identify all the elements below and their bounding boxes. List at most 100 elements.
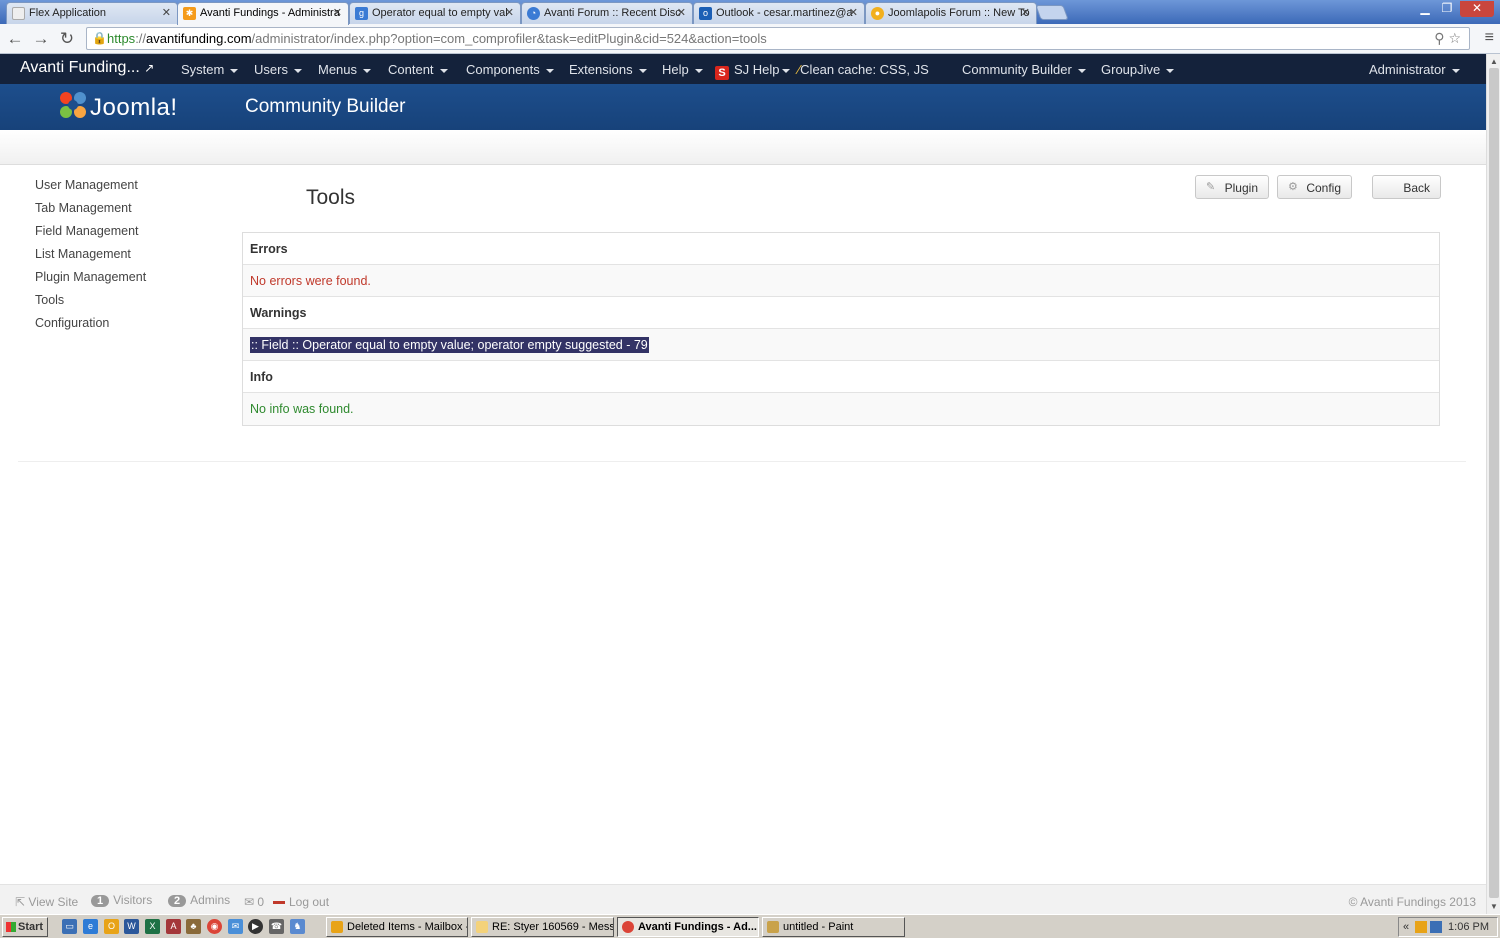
- quicklaunch-app2-icon[interactable]: ✉: [228, 919, 243, 934]
- quicklaunch-app4-icon[interactable]: ♞: [290, 919, 305, 934]
- scroll-up-arrow-icon[interactable]: ▲: [1490, 57, 1498, 66]
- logout-link[interactable]: Log out: [273, 895, 329, 909]
- visitors-badge: 1: [91, 895, 110, 907]
- menu-content[interactable]: Content: [388, 62, 448, 77]
- messages-link[interactable]: ✉ 0: [244, 895, 264, 909]
- tray-expand-icon[interactable]: «: [1403, 921, 1409, 933]
- start-label: Start: [18, 921, 44, 933]
- forward-arrow-icon[interactable]: →: [31, 29, 51, 49]
- caret-down-icon: [694, 68, 703, 73]
- outlook-icon: [331, 921, 343, 933]
- menu-help[interactable]: Help: [662, 62, 703, 77]
- quicklaunch-media-icon[interactable]: ▶: [248, 919, 263, 934]
- tray-network-icon[interactable]: [1430, 921, 1442, 933]
- quicklaunch-word-icon[interactable]: W: [124, 919, 139, 934]
- quicklaunch-chrome-icon[interactable]: ◉: [207, 919, 222, 934]
- bookmark-star-icon[interactable]: ⚲ ☆: [1434, 30, 1461, 47]
- clean-cache-link[interactable]: ⁄Clean cache: CSS, JS: [798, 62, 929, 77]
- browser-tab-operator-equal[interactable]: g Operator equal to empty val ✕: [349, 2, 521, 24]
- quicklaunch-app-icon[interactable]: ♣: [186, 919, 201, 934]
- menu-community-builder[interactable]: Community Builder: [962, 62, 1086, 77]
- menu-users[interactable]: Users: [254, 62, 302, 77]
- quicklaunch-app3-icon[interactable]: ☎: [269, 919, 284, 934]
- sidebar-item-configuration[interactable]: Configuration: [35, 316, 146, 339]
- new-tab-button[interactable]: [1035, 5, 1069, 20]
- menu-menus[interactable]: Menus: [318, 62, 372, 77]
- warning-message[interactable]: :: Field :: Operator equal to empty valu…: [250, 337, 649, 353]
- visitors-link[interactable]: 1 Visitors: [91, 893, 152, 907]
- quicklaunch-excel-icon[interactable]: X: [145, 919, 160, 934]
- back-button[interactable]: Back: [1372, 175, 1441, 199]
- browser-tab-joomlapolis[interactable]: ● Joomlapolis Forum :: New To ✕: [865, 2, 1037, 24]
- joomla-logo[interactable]: Joomla!: [57, 88, 207, 122]
- admins-link[interactable]: 2 Admins: [168, 893, 230, 907]
- close-icon[interactable]: ✕: [1021, 6, 1030, 19]
- task-label: untitled - Paint: [783, 921, 854, 933]
- quicklaunch-access-icon[interactable]: A: [166, 919, 181, 934]
- header-title: Community Builder: [245, 96, 406, 117]
- quicklaunch-ie-icon[interactable]: e: [83, 919, 98, 934]
- menu-label: GroupJive: [1101, 62, 1161, 77]
- taskbar-item-styer-message[interactable]: RE: Styer 160569 - Mess...: [471, 917, 614, 937]
- close-icon[interactable]: ✕: [677, 6, 686, 19]
- caret-down-icon: [363, 68, 372, 73]
- quicklaunch-desktop-icon[interactable]: ▭: [62, 919, 77, 934]
- browser-tab-outlook[interactable]: o Outlook - cesar.martinez@a ✕: [693, 2, 865, 24]
- footer-label: Visitors: [113, 893, 153, 907]
- gear-icon: ⚙: [1288, 181, 1298, 193]
- menu-components[interactable]: Components: [466, 62, 554, 77]
- browser-tab-flex-application[interactable]: Flex Application ✕: [6, 2, 178, 24]
- plugin-button[interactable]: ✎ Plugin: [1195, 175, 1269, 199]
- warnings-row: :: Field :: Operator equal to empty valu…: [243, 329, 1439, 361]
- sidebar-item-tools[interactable]: Tools: [35, 293, 146, 316]
- start-button[interactable]: Start: [2, 917, 48, 937]
- sidebar-item-tab-management[interactable]: Tab Management: [35, 201, 146, 224]
- restore-icon[interactable]: ❐: [1436, 1, 1458, 17]
- site-brand-link[interactable]: Avanti Funding... ↗: [20, 59, 154, 77]
- minimize-icon[interactable]: ▁: [1414, 1, 1436, 17]
- menu-label: Help: [662, 62, 689, 77]
- button-label: Plugin: [1224, 181, 1258, 195]
- quicklaunch-outlook-icon[interactable]: O: [104, 919, 119, 934]
- page-scrollbar[interactable]: ▲ ▼: [1486, 54, 1500, 914]
- sidebar-item-list-management[interactable]: List Management: [35, 247, 146, 270]
- menu-sj-help[interactable]: S SJ Help: [715, 62, 790, 80]
- scroll-down-arrow-icon[interactable]: ▼: [1490, 902, 1498, 911]
- caret-down-icon: [545, 68, 554, 73]
- joomlapolis-icon: ●: [871, 7, 884, 20]
- tab-title: Joomlapolis Forum :: New To: [888, 7, 1030, 19]
- sidebar-item-field-management[interactable]: Field Management: [35, 224, 146, 247]
- browser-tab-avanti-forum[interactable]: ◔ Avanti Forum :: Recent Disc ✕: [521, 2, 693, 24]
- config-button[interactable]: ⚙ Config: [1277, 175, 1352, 199]
- menu-system[interactable]: System: [181, 62, 239, 77]
- tray-outlook-icon[interactable]: [1415, 921, 1427, 933]
- window-close-icon[interactable]: ✕: [1460, 1, 1494, 17]
- address-bar[interactable]: 🔒 https://avantifunding.com/administrato…: [86, 27, 1470, 50]
- close-icon[interactable]: ✕: [505, 6, 514, 19]
- menu-groupjive[interactable]: GroupJive: [1101, 62, 1175, 77]
- scrollbar-thumb[interactable]: [1489, 68, 1499, 898]
- close-icon[interactable]: ✕: [162, 6, 171, 19]
- browser-tab-avanti-fundings[interactable]: ✱ Avanti Fundings - Administra ✕: [177, 2, 349, 25]
- menu-extensions[interactable]: Extensions: [569, 62, 647, 77]
- taskbar-clock[interactable]: 1:06 PM: [1448, 921, 1489, 933]
- close-icon[interactable]: ✕: [849, 6, 858, 19]
- browser-menu-icon[interactable]: ≡: [1485, 29, 1494, 47]
- info-message: No info was found.: [243, 393, 1439, 425]
- view-site-link[interactable]: ⇱ View Site: [15, 895, 78, 909]
- paint-icon: [767, 921, 779, 933]
- browser-tab-strip: Flex Application ✕ ✱ Avanti Fundings - A…: [0, 0, 1500, 25]
- caret-down-icon: [1166, 68, 1175, 73]
- taskbar-item-paint[interactable]: untitled - Paint: [762, 917, 905, 937]
- sidebar-item-user-management[interactable]: User Management: [35, 178, 146, 201]
- back-arrow-icon[interactable]: ←: [5, 29, 25, 49]
- message-icon: [476, 921, 488, 933]
- menu-administrator[interactable]: Administrator: [1369, 62, 1460, 77]
- menu-label: Components: [466, 62, 540, 77]
- close-icon[interactable]: ✕: [333, 6, 342, 19]
- taskbar-item-deleted-items[interactable]: Deleted Items - Mailbox -...: [326, 917, 468, 937]
- reload-icon[interactable]: ↻: [57, 29, 77, 49]
- taskbar-item-avanti-fundings[interactable]: Avanti Fundings - Ad...: [617, 917, 759, 937]
- task-label: Avanti Fundings - Ad...: [638, 921, 757, 933]
- sidebar-item-plugin-management[interactable]: Plugin Management: [35, 270, 146, 293]
